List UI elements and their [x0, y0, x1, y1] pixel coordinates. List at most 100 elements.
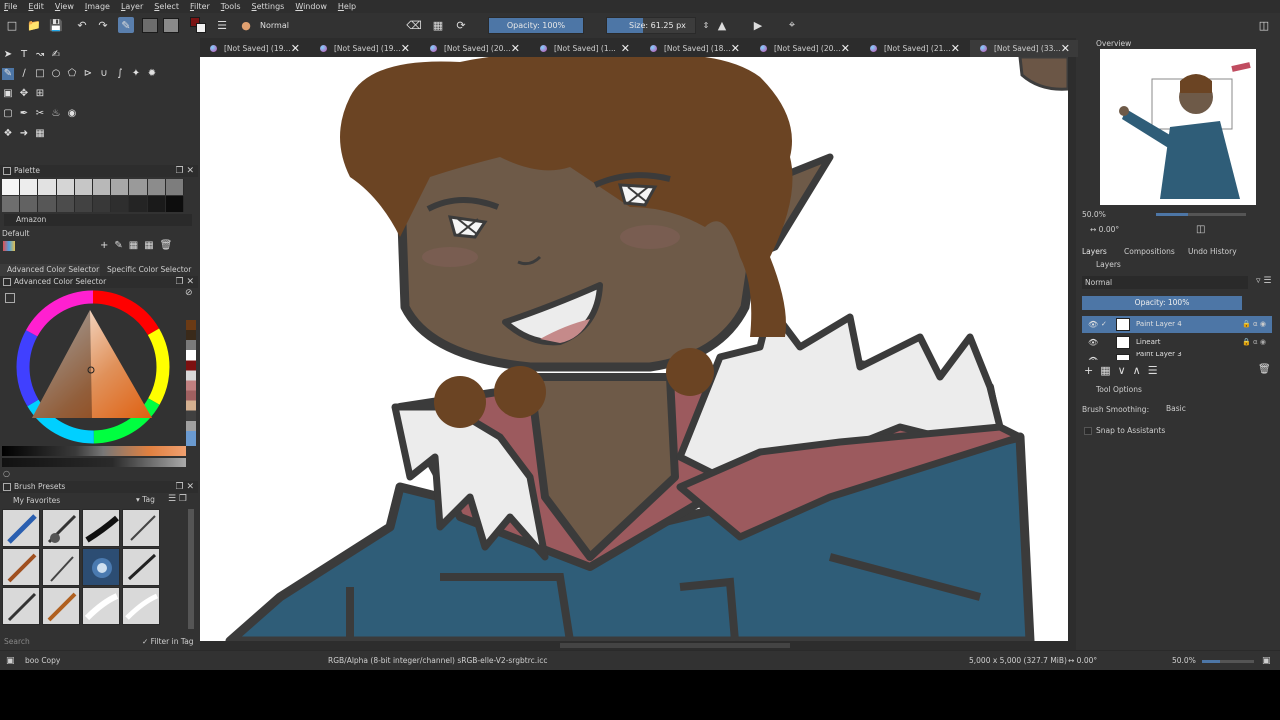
fullscreen-icon[interactable]: ▣ [1262, 651, 1271, 670]
crop-tool-icon[interactable]: ⊞ [34, 88, 46, 100]
panel-float-close-icon[interactable]: ❐ ✕ [176, 165, 194, 177]
tab-undo-history[interactable]: Undo History [1188, 247, 1237, 256]
layer-lock-alpha-icons[interactable]: 🔒 α ◉ [1242, 334, 1266, 351]
tab-specific-color-selector[interactable]: Specific Color Selector [103, 264, 197, 276]
color-options-icon[interactable]: ○ [3, 469, 10, 478]
document-tab-6[interactable]: [Not Saved] (20... ✕ [750, 40, 858, 57]
menu-settings[interactable]: Settings [252, 2, 285, 11]
mirror-vertical-icon[interactable]: ▶ [750, 17, 766, 33]
size-stepper-icon[interactable]: ⇕ [698, 17, 714, 33]
document-tab-8-active[interactable]: [Not Saved] (33... ✕ [970, 40, 1078, 57]
brush-preset-10[interactable] [42, 587, 80, 625]
canvas-rotation[interactable]: ↔ 0.00° [1068, 651, 1097, 670]
layer-visibility-eye-icon[interactable]: 👁 [1088, 316, 1098, 333]
multibrush-tool-icon[interactable]: ✹ [146, 68, 158, 80]
palette-swatch-row-2[interactable] [2, 196, 185, 212]
menu-layer[interactable]: Layer [121, 2, 143, 11]
reference-tool-icon[interactable]: ▦ [34, 128, 46, 140]
brush-preset-5[interactable] [2, 548, 40, 586]
layer-row-paint-layer-4[interactable]: 👁 ✓ Paint Layer 4 🔒 α ◉ [1082, 316, 1272, 333]
menu-edit[interactable]: Edit [28, 2, 44, 11]
alpha-lock-icon[interactable]: ▦ [430, 17, 446, 33]
overview-zoom-slider[interactable] [1156, 213, 1246, 216]
smart-patch-tool-icon[interactable]: ✂ [34, 108, 46, 120]
close-tab-icon[interactable]: ✕ [621, 40, 630, 57]
close-tab-icon[interactable]: ✕ [291, 40, 300, 57]
calligraphy-tool-icon[interactable]: ✍ [50, 49, 62, 61]
workspace-chooser-icon[interactable]: ◫ [1256, 17, 1272, 33]
enclose-fill-tool-icon[interactable]: ◉ [66, 108, 78, 120]
document-tab-7[interactable]: [Not Saved] (21... ✕ [860, 40, 968, 57]
brush-preset-icon[interactable]: ● [238, 17, 254, 33]
palette-name-select[interactable]: Amazon [4, 214, 192, 226]
menu-filter[interactable]: Filter [190, 2, 210, 11]
canvas-vertical-scrollbar[interactable] [1068, 57, 1076, 641]
opacity-slider[interactable]: Opacity: 100% [488, 17, 584, 34]
document-tab-2[interactable]: [Not Saved] (19... ✕ [310, 40, 418, 57]
brush-preset-8[interactable] [122, 548, 160, 586]
freehand-brush-icon[interactable]: ✎ [118, 17, 134, 33]
palette-actions-icons[interactable]: +✎▦▦🗑 [100, 240, 178, 251]
layer-check-icon[interactable]: ✓ [1101, 316, 1107, 333]
layer-row-paint-layer-3[interactable]: 👁 Paint Layer 3 [1082, 352, 1272, 360]
layer-blend-mode-select[interactable]: Normal [1082, 276, 1248, 289]
dynamic-brush-tool-icon[interactable]: ✦ [130, 68, 142, 80]
open-document-icon[interactable]: 📁 [26, 17, 42, 33]
brush-preset-12[interactable] [122, 587, 160, 625]
transform-tool-icon[interactable]: ▣ [2, 88, 14, 100]
assistant-tool-icon[interactable]: ❖ [2, 128, 14, 140]
brush-preset-3[interactable] [82, 509, 120, 547]
save-icon[interactable]: 💾 [48, 17, 64, 33]
close-tab-icon[interactable]: ✕ [401, 40, 410, 57]
brush-view-options-icon[interactable]: ☰ ❐ [168, 494, 187, 504]
brush-preset-4[interactable] [122, 509, 160, 547]
tab-compositions[interactable]: Compositions [1124, 247, 1175, 256]
brush-smoothing-select[interactable]: Basic [1166, 403, 1266, 415]
overview-thumbnail[interactable] [1100, 49, 1256, 205]
measure-tool-icon[interactable]: ➜ [18, 128, 30, 140]
layer-row-lineart[interactable]: 👁 Lineart 🔒 α ◉ [1082, 334, 1272, 351]
menu-image[interactable]: Image [85, 2, 110, 11]
color-panel-float-close-icon[interactable]: ❐ ✕ [176, 276, 194, 288]
size-slider[interactable]: Size: 61.25 px [606, 17, 696, 34]
filter-in-tag-checkbox[interactable]: ✓ Filter in Tag [142, 637, 194, 646]
menu-window[interactable]: Window [295, 2, 327, 11]
background-color-swatch[interactable] [196, 23, 206, 33]
brush-settings-icon[interactable]: ☰ [214, 17, 230, 33]
layer-visibility-eye-icon[interactable]: 👁 [1088, 352, 1098, 360]
ellipse-tool-icon[interactable]: ○ [50, 68, 62, 80]
menu-tools[interactable]: Tools [221, 2, 241, 11]
undo-icon[interactable]: ↶ [74, 17, 90, 33]
layer-lock-alpha-icons[interactable]: 🔒 α ◉ [1242, 316, 1266, 333]
menu-help[interactable]: Help [338, 2, 356, 11]
brush-preset-11[interactable] [82, 587, 120, 625]
menu-view[interactable]: View [55, 2, 74, 11]
brush-preset-6[interactable] [42, 548, 80, 586]
polygon-tool-icon[interactable]: ⬠ [66, 68, 78, 80]
recent-colors-strip[interactable] [186, 320, 196, 446]
wrap-around-icon[interactable]: ⌖ [784, 17, 800, 33]
move-tool-icon[interactable]: ✥ [18, 88, 30, 100]
layer-opacity-slider[interactable]: Opacity: 100% [1082, 296, 1242, 310]
pattern-selector[interactable] [163, 18, 179, 33]
document-tab-3[interactable]: [Not Saved] (20... ✕ [420, 40, 528, 57]
value-bar[interactable] [2, 458, 186, 467]
brush-preset-7-selected[interactable] [82, 548, 120, 586]
zoom-slider[interactable] [1202, 660, 1254, 663]
delete-layer-icon[interactable]: 🗑 [1258, 364, 1271, 375]
bezier-tool-icon[interactable]: ∪ [98, 68, 110, 80]
close-tab-icon[interactable]: ✕ [731, 40, 740, 57]
tab-advanced-color-selector[interactable]: Advanced Color Selector [0, 264, 100, 276]
tab-layers[interactable]: Layers [1082, 247, 1107, 256]
eraser-mode-icon[interactable]: ⌫ [406, 17, 422, 33]
freehand-path-tool-icon[interactable]: ∫ [114, 68, 126, 80]
color-picker-tool-icon[interactable]: ✒ [18, 108, 30, 120]
menu-select[interactable]: Select [154, 2, 179, 11]
brush-panel-float-close-icon[interactable]: ❐ ✕ [176, 481, 194, 493]
color-space-info[interactable]: RGB/Alpha (8-bit integer/channel) sRGB-e… [328, 651, 547, 670]
rectangle-tool-icon[interactable]: □ [34, 68, 46, 80]
reload-preset-icon[interactable]: ⟳ [453, 17, 469, 33]
color-history-bar[interactable] [2, 446, 186, 456]
color-wheel[interactable] [14, 288, 172, 446]
palette-grid-icon[interactable] [3, 241, 15, 251]
